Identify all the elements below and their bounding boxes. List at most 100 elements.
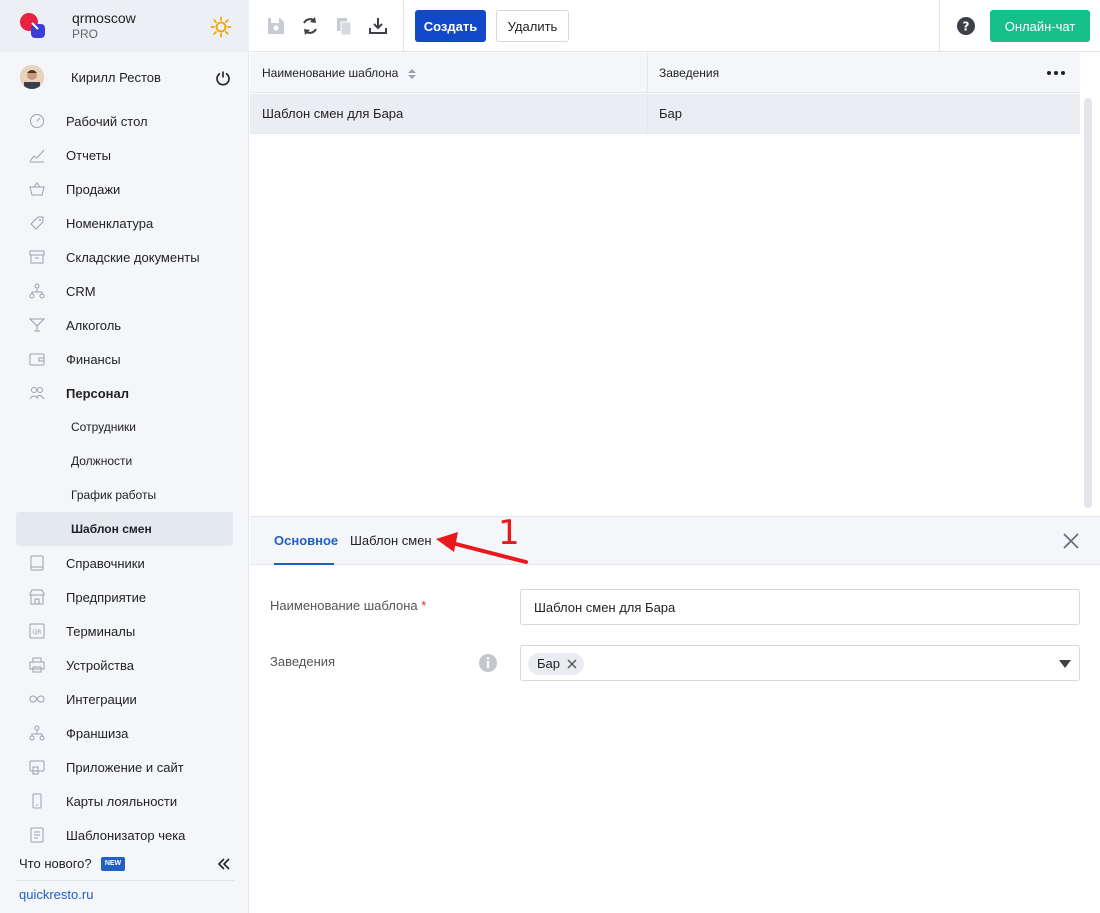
sidebar-item-warehouse[interactable]: Складские документы [0,240,249,274]
column-header-label: Заведения [659,66,720,80]
sidebar-item-label: Финансы [66,352,121,367]
wallet-icon [29,353,45,366]
column-header-venues[interactable]: Заведения [648,53,1080,93]
brand-header: qrmoscow PRO [0,0,249,52]
toolbar-separator [403,0,404,52]
book-icon [30,555,44,571]
printer-icon [29,657,45,673]
dashboard-icon [30,114,44,128]
template-name-label-text: Наименование шаблона [270,598,418,613]
sidebar-subitem-employees[interactable]: Сотрудники [0,410,249,444]
cell-template-name: Шаблон смен для Бара [250,94,648,134]
whats-new-link[interactable]: Что нового? [19,856,92,871]
refresh-icon[interactable] [300,16,320,36]
theme-sun-icon[interactable] [210,16,232,38]
sidebar-item-finance[interactable]: Финансы [0,342,249,376]
sidebar-item-franchise[interactable]: Франшиза [0,716,249,750]
sidebar-item-integrations[interactable]: Интеграции [0,682,249,716]
toolbar-separator [939,0,940,52]
sidebar-item-nomenclature[interactable]: Номенклатура [0,206,249,240]
avatar[interactable] [20,65,44,89]
create-button[interactable]: Создать [415,10,486,42]
sidebar-item-enterprise[interactable]: Предприятие [0,580,249,614]
tab-shift-template[interactable]: Шаблон смен [350,533,432,548]
templates-grid: Наименование шаблона Заведения Шаблон см… [250,53,1100,516]
people-icon [29,387,45,400]
venues-label: Заведения [270,654,336,669]
sidebar-item-devices[interactable]: Устройства [0,648,249,682]
venue-chip: Бар [528,653,584,675]
sidebar-item-app-site[interactable]: Приложение и сайт [0,750,249,784]
sort-icon[interactable] [407,68,416,79]
info-icon[interactable] [478,653,498,673]
site-link[interactable]: quickresto.ru [19,887,93,902]
sidebar-item-label: Карты лояльности [66,794,178,809]
store-icon [29,589,45,605]
tag-icon [30,216,44,230]
reports-icon [29,149,45,163]
sidebar-item-label: Справочники [66,556,145,571]
sidebar-divider [16,880,234,881]
brand-logo-icon[interactable] [18,11,48,41]
venues-select[interactable]: Бар [520,645,1080,681]
svg-text:QR: QR [33,629,42,636]
sidebar-item-label: Шаблонизатор чека [66,828,186,843]
basket-icon [29,182,45,196]
qr-icon: QR [29,623,45,639]
template-name-label: Наименование шаблона * [270,598,426,613]
table-row[interactable]: Шаблон смен для Бара Бар [250,94,1080,134]
sidebar-item-crm[interactable]: CRM [0,274,249,308]
sidebar-item-label: Интеграции [66,692,137,707]
sidebar-subitem-label: Шаблон смен [71,522,152,536]
delete-button[interactable]: Удалить [496,10,569,42]
sidebar-subitem-positions[interactable]: Должности [0,444,249,478]
sidebar-item-label: Персонал [66,386,130,401]
save-icon[interactable] [266,16,286,36]
help-icon[interactable]: ? [956,16,976,36]
brand-plan: PRO [72,27,99,41]
sidebar: qrmoscow PRO Кирилл Рестов Рабочий стол … [0,0,249,913]
tab-main[interactable]: Основное [274,533,338,548]
chevron-down-icon[interactable] [1059,660,1071,668]
sidebar-subitem-label: График работы [71,488,157,502]
close-icon[interactable] [1061,531,1081,551]
download-icon[interactable] [368,16,388,36]
detail-tabs: Основное Шаблон смен [250,516,1100,565]
cell-venues: Бар [659,106,682,121]
sidebar-item-alcohol[interactable]: Алкоголь [0,308,249,342]
power-icon[interactable] [215,70,231,86]
collapse-sidebar-icon[interactable] [216,856,232,872]
column-header-name[interactable]: Наименование шаблона [250,53,648,93]
user-row[interactable]: Кирилл Рестов [0,60,249,96]
sidebar-item-label: Отчеты [66,148,111,163]
sidebar-item-dashboard[interactable]: Рабочий стол [0,104,249,138]
sidebar-subitem-shift-templates[interactable]: Шаблон смен [16,512,233,546]
cocktail-icon [29,318,45,332]
sidebar-item-reports[interactable]: Отчеты [0,138,249,172]
active-tab-indicator [274,563,334,565]
more-options-icon[interactable] [1046,65,1066,81]
network-icon [29,725,45,741]
sidebar-item-terminals[interactable]: QR Терминалы [0,614,249,648]
grid-scrollbar[interactable] [1084,98,1092,508]
sidebar-item-label: Рабочий стол [66,114,148,129]
archive-icon [29,250,45,264]
venue-chip-label: Бар [537,656,560,671]
receipt-icon [30,827,44,843]
required-mark: * [421,598,427,613]
sidebar-item-personnel[interactable]: Персонал [0,376,249,410]
remove-chip-icon[interactable] [566,658,578,670]
copy-icon[interactable] [334,16,354,36]
sidebar-item-references[interactable]: Справочники [0,546,249,580]
new-badge: NEW [101,857,125,871]
sidebar-item-label: Устройства [66,658,135,673]
sidebar-item-label: Алкоголь [66,318,122,333]
svg-text:?: ? [963,20,970,34]
template-name-input[interactable] [520,589,1080,625]
detail-panel: Основное Шаблон смен Наименование шаблон… [250,516,1100,913]
sidebar-item-sales[interactable]: Продажи [0,172,249,206]
sidebar-item-loyalty[interactable]: Карты лояльности [0,784,249,818]
sidebar-item-receipt-templater[interactable]: Шаблонизатор чека [0,818,249,852]
sidebar-subitem-schedule[interactable]: График работы [0,478,249,512]
online-chat-button[interactable]: Онлайн-чат [990,10,1090,42]
